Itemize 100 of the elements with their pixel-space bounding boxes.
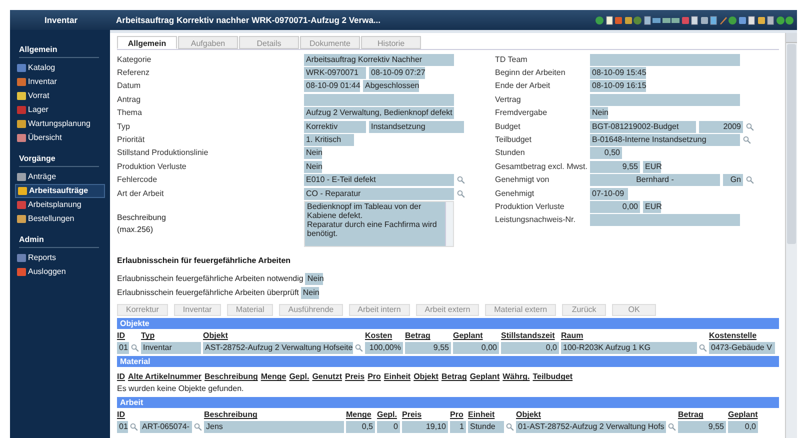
- column-header[interactable]: ID: [117, 372, 125, 382]
- form-field[interactable]: 08-10-09 16:15: [590, 80, 646, 92]
- form-field[interactable]: EUR: [643, 160, 661, 173]
- column-header[interactable]: Pro: [450, 410, 464, 420]
- round-icon[interactable]: [728, 16, 737, 24]
- column-header[interactable]: Preis: [402, 410, 422, 420]
- sidebar-item[interactable]: Ausloggen: [15, 265, 105, 279]
- column-header[interactable]: Raum: [561, 331, 584, 340]
- form-field[interactable]: [590, 214, 740, 226]
- form-field[interactable]: Nein: [590, 107, 608, 120]
- search-icon[interactable]: [699, 344, 707, 352]
- column-header[interactable]: Preis: [344, 372, 365, 382]
- sidebar-item[interactable]: Arbeitsaufträge: [15, 184, 105, 198]
- form-field[interactable]: BGT-081219002-Budget: [590, 120, 696, 133]
- form-field[interactable]: [590, 94, 740, 106]
- search-icon[interactable]: [355, 344, 363, 352]
- sidebar-item[interactable]: Anträge: [15, 170, 105, 184]
- column-header[interactable]: Betrag: [678, 410, 704, 420]
- pen-icon[interactable]: [718, 16, 728, 24]
- form-field[interactable]: [590, 54, 740, 66]
- column-header[interactable]: Objekt: [516, 410, 541, 420]
- form-field[interactable]: B-01648-Interne Instandsetzung: [590, 134, 740, 146]
- column-header[interactable]: Kostenstelle: [709, 331, 757, 340]
- tab[interactable]: Allgemein: [117, 36, 177, 49]
- form-field[interactable]: Nein: [304, 160, 322, 173]
- box-icon[interactable]: [624, 16, 632, 24]
- scrollbar[interactable]: [785, 33, 797, 438]
- sidebar-item[interactable]: Bestellungen: [15, 212, 105, 226]
- box-icon[interactable]: [756, 16, 766, 24]
- form-field[interactable]: EUR: [643, 200, 661, 213]
- column-header[interactable]: Betrag: [441, 372, 467, 382]
- search-icon[interactable]: [457, 176, 465, 184]
- column-header[interactable]: Teilbudget: [532, 372, 573, 382]
- form-field[interactable]: Nein: [304, 147, 322, 160]
- column-header[interactable]: Pro: [368, 372, 381, 382]
- column-header[interactable]: Gepl.: [377, 410, 398, 420]
- form-field[interactable]: Aufzug 2 Verwaltung, Bedienknopf defekt: [304, 107, 454, 120]
- column-header[interactable]: Währg.: [502, 372, 530, 382]
- form-field[interactable]: 1. Kritisch: [304, 134, 354, 146]
- column-header[interactable]: Alte Artikelnummer: [128, 372, 202, 382]
- form-field[interactable]: 9,55: [590, 160, 640, 173]
- search-icon[interactable]: [746, 176, 754, 184]
- form-field[interactable]: Korrektiv: [304, 120, 366, 133]
- form-field[interactable]: 08-10-09 07:27: [369, 67, 425, 80]
- round-icon[interactable]: [595, 16, 604, 24]
- column-header[interactable]: Kosten: [365, 331, 392, 340]
- form-field[interactable]: Gn: [723, 174, 743, 186]
- form-field[interactable]: 2009: [699, 120, 743, 133]
- sidebar-item[interactable]: Vorrat: [15, 89, 105, 103]
- form-field[interactable]: 0,00: [590, 200, 640, 213]
- form-field[interactable]: E010 - E-Teil defekt: [304, 174, 454, 186]
- column-header[interactable]: Geplant: [728, 410, 758, 420]
- column-header[interactable]: Gepl.: [289, 372, 310, 382]
- column-header[interactable]: Typ: [141, 331, 155, 340]
- scroll-thumb[interactable]: [787, 44, 796, 244]
- box-icon[interactable]: [738, 16, 746, 24]
- column-header[interactable]: Objekt: [203, 331, 228, 340]
- column-header[interactable]: Beschreibung: [204, 372, 258, 382]
- form-field[interactable]: WRK-0970071: [304, 67, 366, 80]
- sidebar-item[interactable]: Reports: [15, 251, 105, 265]
- form-field[interactable]: 08-10-09 15:45: [590, 67, 646, 80]
- document-icon[interactable]: [709, 16, 718, 24]
- form-field[interactable]: 07-10-09: [590, 188, 628, 200]
- sidebar-item[interactable]: Arbeitsplanung: [15, 198, 105, 212]
- column-header[interactable]: Einheit: [468, 410, 495, 420]
- document-icon[interactable]: [642, 16, 652, 24]
- form-field[interactable]: Abgeschlossen: [363, 80, 419, 92]
- column-header[interactable]: Beschreibung: [204, 410, 258, 420]
- round-icon[interactable]: [633, 16, 642, 24]
- search-icon[interactable]: [668, 423, 676, 432]
- box-icon[interactable]: [700, 16, 708, 24]
- form-field[interactable]: Instandsetzung: [369, 120, 464, 133]
- search-icon[interactable]: [746, 122, 754, 131]
- search-icon[interactable]: [743, 136, 751, 144]
- sidebar-item[interactable]: Katalog: [15, 61, 105, 75]
- form-field[interactable]: 0,50: [590, 147, 622, 160]
- document-icon[interactable]: [766, 16, 775, 24]
- search-icon[interactable]: [130, 423, 138, 432]
- sidebar-item[interactable]: Inventar: [15, 75, 105, 89]
- form-field[interactable]: [304, 94, 454, 106]
- form-field[interactable]: Nein: [305, 273, 324, 286]
- search-icon[interactable]: [506, 423, 514, 432]
- column-header[interactable]: Stillstandszeit: [501, 331, 555, 340]
- search-icon[interactable]: [131, 344, 139, 352]
- column-header[interactable]: Menge: [260, 372, 286, 382]
- search-icon[interactable]: [457, 190, 465, 198]
- column-header[interactable]: Geplant: [470, 372, 500, 382]
- column-header[interactable]: Objekt: [414, 372, 438, 382]
- column-header[interactable]: Betrag: [405, 331, 430, 340]
- form-field[interactable]: Arbeitsauftrag Korrektiv Nachher: [304, 54, 454, 66]
- column-header[interactable]: Menge: [346, 410, 372, 420]
- form-field[interactable]: CO - Reparatur: [304, 188, 454, 200]
- column-header[interactable]: Geplant: [453, 331, 483, 340]
- sidebar-item[interactable]: Lager: [15, 103, 105, 117]
- column-header[interactable]: Genutzt: [312, 372, 342, 382]
- description-field[interactable]: Bedienknopf im Tableau von der Kabiene defekt. Reparatur durch eine Fachfirma wird benötigt.: [304, 201, 454, 248]
- scrollbar[interactable]: [445, 202, 453, 246]
- search-icon[interactable]: [194, 423, 202, 432]
- column-header[interactable]: ID: [117, 331, 125, 340]
- column-header[interactable]: Einheit: [384, 372, 411, 382]
